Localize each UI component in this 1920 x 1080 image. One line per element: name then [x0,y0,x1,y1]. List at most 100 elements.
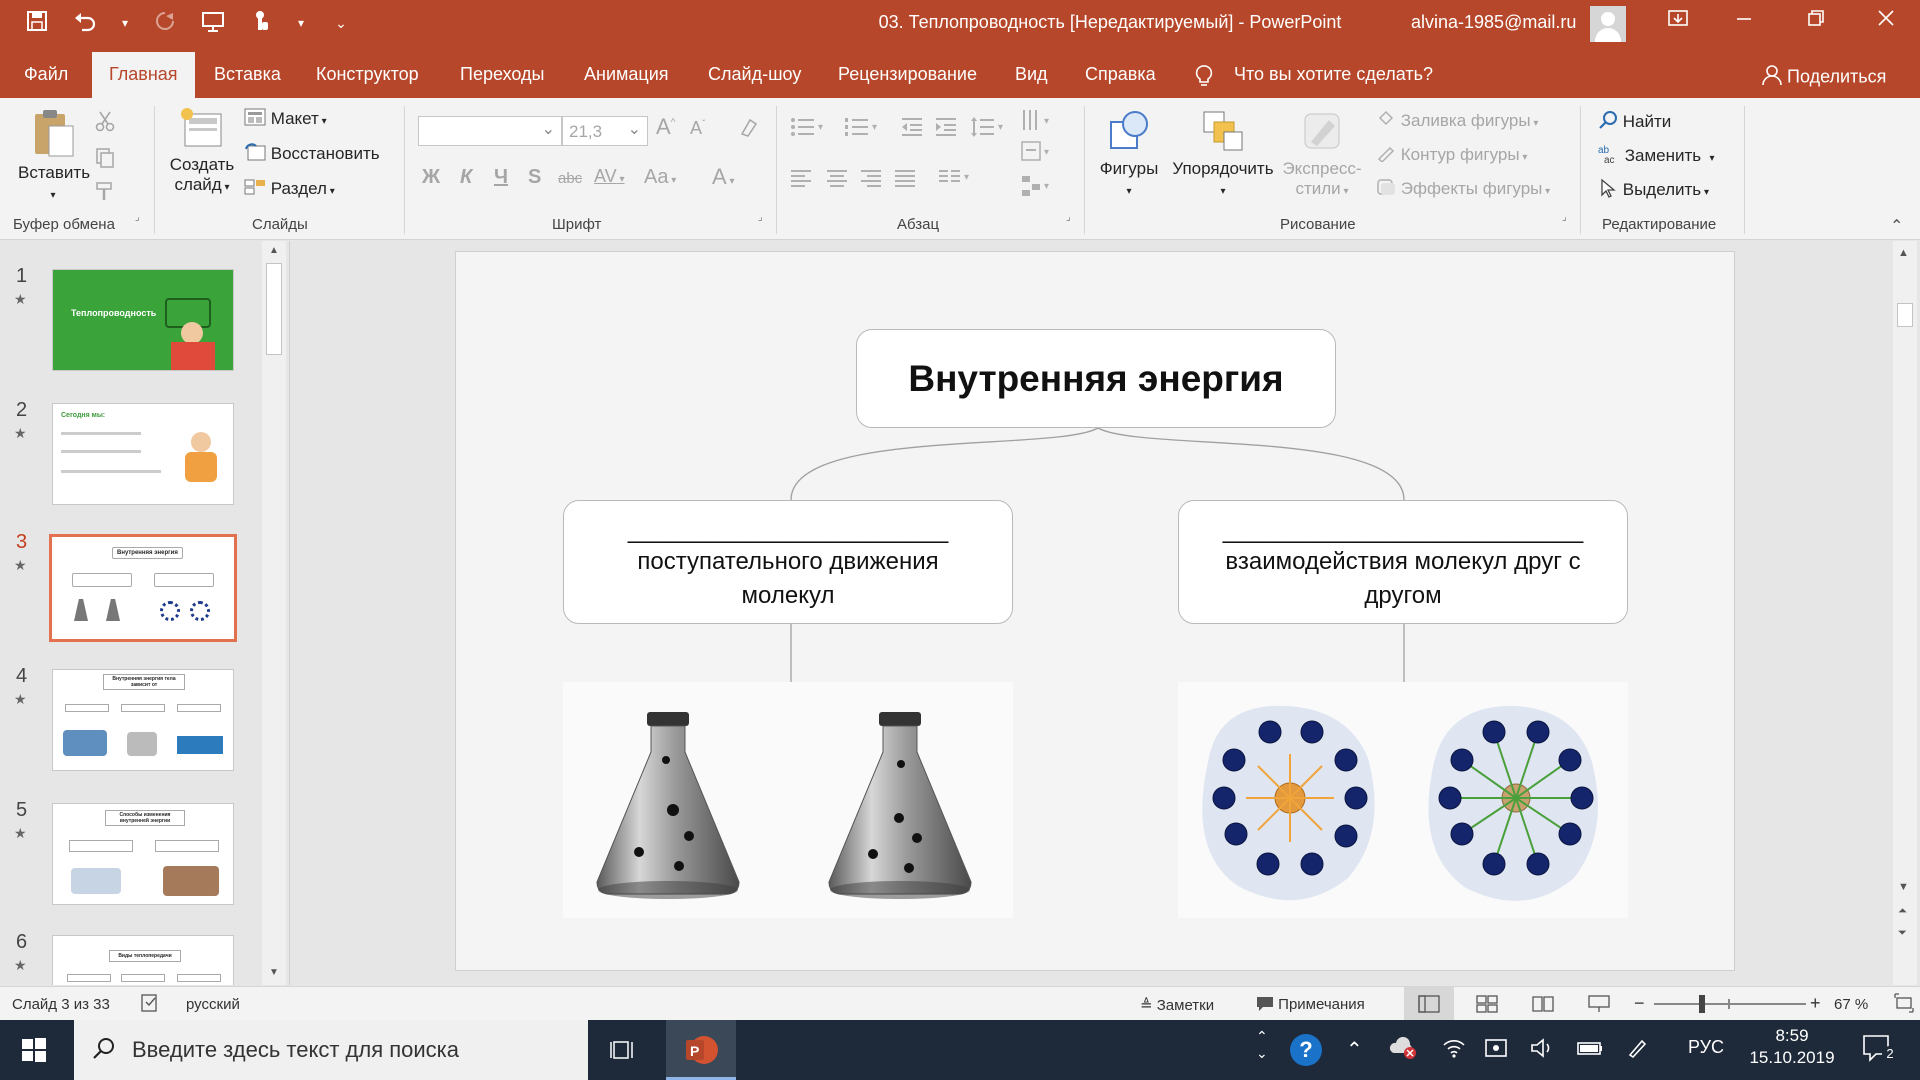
drawing-launcher-icon[interactable]: ⌟ [1562,212,1567,223]
help-icon[interactable]: ? [1290,1034,1322,1066]
reading-view-icon[interactable] [1532,995,1554,1017]
thumbnail-slide-4[interactable]: Внутренняя энергия тела зависит от [52,669,234,771]
thumbnail-scrollbar[interactable]: ▲ ▼ [262,241,286,985]
restore-icon[interactable] [1796,8,1836,34]
device-icon[interactable] [1484,1037,1510,1065]
zoom-slider-handle[interactable] [1699,995,1705,1013]
left-concept-box[interactable]: ________________________ поступательного… [563,500,1013,624]
select-button[interactable]: Выделить ▾ [1598,178,1709,203]
quick-styles-button[interactable]: Экспресс- стили ▾ [1278,108,1366,199]
onedrive-error-icon[interactable] [1388,1036,1418,1065]
copy-icon[interactable] [94,146,116,173]
wifi-icon[interactable] [1442,1037,1466,1065]
shape-effects-button[interactable]: Эффекты фигуры ▾ [1376,178,1550,201]
thumbnail-slide-6[interactable]: Виды теплопередачи [52,935,234,985]
tab-insert[interactable]: Вставка [214,64,281,85]
comments-button[interactable]: Примечания [1256,996,1365,1013]
normal-view-button[interactable] [1404,987,1454,1020]
cut-icon[interactable] [94,110,116,137]
strikethrough-button[interactable]: abc [558,170,582,187]
taskbar-search[interactable]: Введите здесь текст для поиска [74,1020,588,1080]
scroll-up-icon[interactable]: ▲ [269,245,279,256]
scroll-up-icon[interactable]: ▲ [1898,247,1909,259]
battery-icon[interactable] [1576,1037,1604,1065]
line-spacing-icon[interactable]: ▾ [970,116,1006,143]
tab-help[interactable]: Справка [1085,64,1156,85]
collapse-ribbon-icon[interactable]: ⌃ [1890,216,1903,236]
tab-review[interactable]: Рецензирование [838,64,977,85]
tab-slideshow[interactable]: Слайд-шоу [708,64,801,85]
font-size-select[interactable]: 21,3 ⌄ [562,116,648,146]
font-family-select[interactable]: ⌄ [418,116,562,146]
minimize-icon[interactable] [1724,8,1764,34]
underline-button[interactable]: Ч [494,166,508,189]
decrease-indent-icon[interactable] [900,116,924,143]
font-color-button[interactable]: A ▾ [712,164,735,190]
spellcheck-icon[interactable] [140,993,160,1017]
notifications-icon[interactable]: 2 [1862,1034,1898,1067]
slide-scrollbar[interactable]: ▲ ▼ ⏶ ⏷ [1893,241,1917,985]
align-text-icon[interactable]: ▾ [1020,140,1052,169]
reset-button[interactable]: Восстановить [244,143,380,166]
zoom-out-icon[interactable]: − [1634,993,1645,1014]
align-right-icon[interactable] [860,168,882,193]
thumbnail-slide-5[interactable]: Способы изменения внутренней энергии [52,803,234,905]
powerpoint-taskbar-button[interactable]: P [666,1020,736,1080]
thumbnail-slide-1[interactable]: Теплопроводность [52,269,234,371]
scrollbar-thumb[interactable] [266,263,282,355]
bold-button[interactable]: Ж [422,166,440,189]
share-button[interactable]: Поделиться [1762,64,1886,91]
language-indicator[interactable]: русский [186,996,240,1013]
tab-home[interactable]: Главная [92,52,195,98]
clock[interactable]: 8:59 15.10.2019 [1742,1026,1842,1068]
show-hidden-icons[interactable]: ⌃ [1346,1037,1363,1062]
arrange-button[interactable]: Упорядочить ▾ [1168,108,1278,199]
volume-icon[interactable] [1530,1037,1554,1065]
ribbon-display-options-icon[interactable] [1658,8,1698,34]
next-slide-icon[interactable]: ⏷ [1898,927,1907,940]
text-direction-icon[interactable]: ▾ [1020,108,1052,139]
shape-fill-button[interactable]: Заливка фигуры ▾ [1376,110,1538,133]
windows-start-icon[interactable] [22,1038,46,1067]
title-box[interactable]: Внутренняя энергия [856,329,1336,428]
numbering-icon[interactable]: ▾ [844,116,880,143]
zoom-in-icon[interactable]: + [1810,993,1821,1014]
clipboard-launcher-icon[interactable]: ⌟ [135,212,140,223]
align-left-icon[interactable] [790,168,812,193]
tell-me-search[interactable]: Что вы хотите сделать? [1234,64,1433,85]
avatar[interactable] [1590,6,1626,42]
align-center-icon[interactable] [826,168,848,193]
pen-icon[interactable] [1626,1037,1648,1065]
scroll-down-icon[interactable]: ▼ [1898,881,1909,893]
tray-chevron-icon[interactable]: ⌃ ⌄ [1256,1028,1268,1062]
replace-button[interactable]: ab ac Заменить ▾ [1598,144,1715,169]
increase-indent-icon[interactable] [934,116,958,143]
tab-design[interactable]: Конструктор [316,64,419,85]
clear-formatting-icon[interactable] [738,116,760,143]
paste-button[interactable]: Вставить ▾ [18,106,90,203]
current-slide[interactable]: Внутренняя энергия _____________________… [455,251,1735,971]
input-language[interactable]: РУС [1688,1037,1724,1058]
columns-icon[interactable]: ▾ [938,168,974,193]
previous-slide-icon[interactable]: ⏶ [1898,905,1907,918]
layout-button[interactable]: Макет ▾ [244,108,327,131]
change-case-button[interactable]: Aa ▾ [644,166,676,189]
task-view-icon[interactable] [610,1038,636,1067]
font-launcher-icon[interactable]: ⌟ [758,212,763,223]
scrollbar-thumb[interactable] [1897,303,1913,327]
section-button[interactable]: Раздел ▾ [244,178,335,201]
zoom-level[interactable]: 67 % [1834,996,1868,1013]
new-slide-button[interactable]: Создать слайд ▾ [166,106,238,195]
smartart-icon[interactable]: ▾ [1020,174,1052,203]
account-email[interactable]: alvina-1985@mail.ru [1411,12,1576,33]
zoom-slider[interactable] [1654,995,1806,1013]
grow-font-button[interactable]: A^ [656,114,675,140]
tab-file[interactable]: Файл [24,64,68,85]
character-spacing-button[interactable]: AV ▾ [594,166,625,187]
tab-view[interactable]: Вид [1015,64,1048,85]
slide-sorter-icon[interactable] [1476,995,1498,1017]
format-painter-icon[interactable] [94,180,116,207]
close-icon[interactable] [1866,8,1906,34]
notes-button[interactable]: ≜ Заметки [1140,996,1214,1014]
find-button[interactable]: Найти [1598,110,1671,135]
